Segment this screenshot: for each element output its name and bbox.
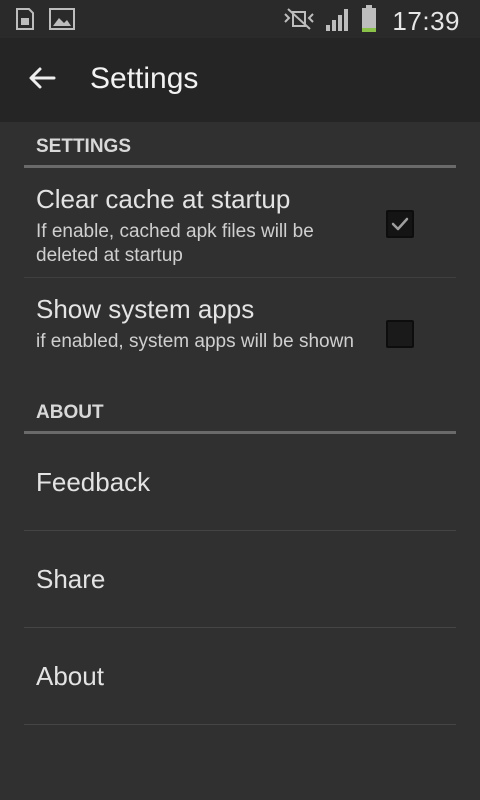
pref-title: About	[36, 660, 104, 691]
show-system-apps-checkbox[interactable]	[386, 320, 414, 348]
arrow-back-icon	[28, 66, 56, 95]
pref-title: Feedback	[36, 466, 151, 497]
status-time: 17:39	[392, 6, 460, 36]
pref-summary: if enabled, system apps will be shown	[36, 331, 354, 352]
category-header-settings: SETTINGS	[24, 122, 456, 168]
pref-title: Show system apps	[36, 294, 255, 324]
status-bar: 17:39	[0, 0, 480, 38]
back-button[interactable]	[22, 60, 62, 100]
pref-title: Share	[36, 563, 106, 594]
clear-cache-checkbox[interactable]	[386, 210, 414, 238]
signal-icon	[324, 5, 352, 38]
preferences-list: SETTINGS Clear cache at startup If enabl…	[24, 122, 456, 725]
battery-icon	[360, 4, 378, 39]
pref-about[interactable]: About	[24, 628, 456, 725]
pref-share[interactable]: Share	[24, 531, 456, 628]
category-header-about: ABOUT	[24, 388, 456, 434]
vibrate-icon	[282, 6, 316, 37]
pref-title: Clear cache at startup	[36, 184, 291, 214]
pref-feedback[interactable]: Feedback	[24, 434, 456, 531]
pref-show-system-apps[interactable]: Show system apps if enabled, system apps…	[24, 278, 456, 388]
action-bar: Settings	[0, 38, 480, 122]
sim-card-icon	[12, 6, 38, 37]
pref-clear-cache[interactable]: Clear cache at startup If enable, cached…	[24, 168, 456, 278]
image-icon	[48, 6, 76, 37]
battery-level	[362, 28, 377, 32]
pref-summary: If enable, cached apk files will be dele…	[36, 221, 314, 266]
page-title: Settings	[90, 62, 199, 95]
